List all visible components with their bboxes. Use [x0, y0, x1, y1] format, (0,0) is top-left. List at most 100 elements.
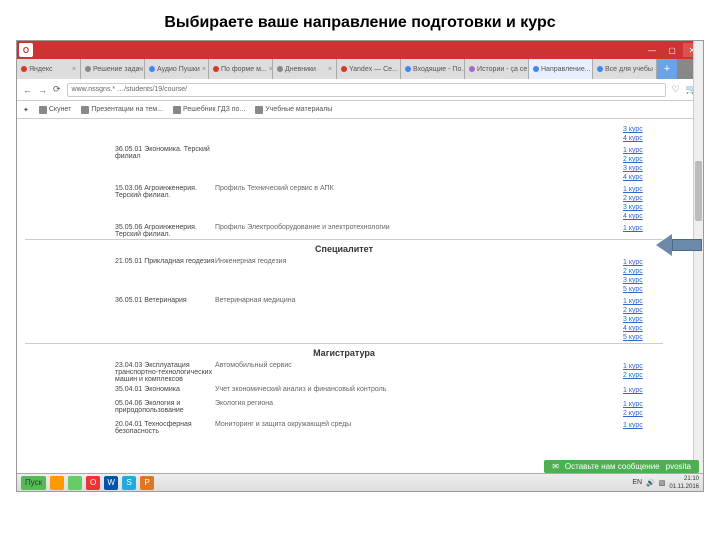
bookmark-item[interactable]: Учебные материалы [255, 106, 332, 114]
scrollbar-thumb[interactable] [695, 161, 702, 221]
bookmark-item[interactable]: Решебник ГДЗ по... [173, 106, 245, 114]
course-link[interactable]: 2 курс [623, 267, 663, 276]
program-name: 15.03.06 Агроинженерия. Терский филиал. [25, 185, 215, 221]
chat-widget[interactable]: ✉ Оставьте нам сообщение pvosita [544, 460, 699, 473]
program-profile: Профиль Электрооборудование и электротех… [215, 224, 623, 238]
course-links: 1 курс [623, 386, 663, 397]
course-link[interactable]: 4 курс [623, 173, 663, 182]
course-links: 1 курс2 курс3 курс4 курс [623, 185, 663, 221]
browser-tab[interactable]: Направление...× [529, 59, 593, 79]
course-link[interactable]: 4 курс [623, 324, 663, 333]
program-profile: Учет экономический анализ и финансовый к… [215, 386, 623, 397]
heart-icon[interactable]: ♡ [672, 84, 680, 95]
program-profile: Ветеринарная медицина [215, 297, 623, 342]
course-link[interactable]: 2 курс [623, 371, 663, 380]
browser-tab[interactable]: Все для учебы× [593, 59, 657, 79]
course-link[interactable]: 3 курс [623, 315, 663, 324]
program-row: 21.05.01 Прикладная геодезияИнженерная г… [25, 256, 663, 295]
arrow-callout [656, 234, 702, 256]
course-link[interactable]: 2 курс [623, 155, 663, 164]
taskbar-app-icon[interactable] [50, 476, 64, 490]
browser-window: O — ▢ ✕ Яндекс×Решение задач×Аудио Пушки… [16, 40, 704, 492]
tray-flag-icon[interactable]: ▧ [659, 479, 666, 487]
program-name: 36.05.01 Экономика. Терский филиал [25, 146, 215, 182]
clock[interactable]: 21:10 01.11.2016 [669, 475, 699, 491]
new-tab-button[interactable]: + [657, 59, 677, 79]
taskbar-app-icon[interactable]: P [140, 476, 154, 490]
address-bar[interactable]: www.nssgns.* …/students/19/course/ [67, 83, 666, 97]
taskbar-app-icon[interactable]: O [86, 476, 100, 490]
course-link[interactable]: 1 курс [623, 224, 663, 233]
program-row: 15.03.06 Агроинженерия. Терский филиал.П… [25, 183, 663, 222]
program-name: 35.05.06 Агроинженерия. Терский филиал. [25, 224, 215, 238]
course-link[interactable]: 4 курс [623, 212, 663, 221]
program-name: 21.05.01 Прикладная геодезия [25, 258, 215, 294]
taskbar-app-icon[interactable]: S [122, 476, 136, 490]
browser-tab[interactable]: Яндекс× [17, 59, 81, 79]
back-button[interactable]: ← [23, 85, 32, 95]
section-magistratura: Магистратура [25, 344, 663, 360]
browser-tab[interactable]: Истории - ça ce× [465, 59, 529, 79]
program-row: 36.05.01 Экономика. Терский филиал 1 курс… [25, 144, 663, 183]
program-row: 23.04.03 Эксплуатация транспортно-технол… [25, 360, 663, 384]
program-name: 36.05.01 Ветеринария [25, 297, 215, 342]
course-links: 1 курс2 курс [623, 400, 663, 418]
program-row: 05.04.06 Экология и природопользованиеЭк… [25, 398, 663, 419]
taskbar: Пуск OWSP EN 🔊 ▧ 21:10 01.11.2016 [17, 473, 703, 491]
program-name [25, 125, 215, 143]
course-link[interactable]: 1 курс [623, 297, 663, 306]
course-link[interactable]: 3 курс [623, 276, 663, 285]
course-link[interactable]: 1 курс [623, 258, 663, 267]
program-profile [215, 146, 623, 182]
browser-tab[interactable]: Аудио Пушки× [145, 59, 209, 79]
browser-tab[interactable]: Дневники× [273, 59, 337, 79]
course-link[interactable]: 5 курс [623, 333, 663, 342]
program-profile: Автомобильный сервис [215, 362, 623, 383]
start-button[interactable]: Пуск [21, 476, 46, 490]
scrollbar[interactable] [693, 41, 703, 473]
program-profile: Экология региона [215, 400, 623, 418]
browser-tab[interactable]: По форме м...× [209, 59, 273, 79]
program-row: 20.04.01 Техносферная безопасностьМонито… [25, 419, 663, 436]
course-link[interactable]: 1 курс [623, 386, 663, 395]
course-links: 3 курс4 курс [623, 125, 663, 143]
course-links: 1 курс2 курс3 курс4 курс [623, 146, 663, 182]
course-link[interactable]: 1 курс [623, 362, 663, 371]
maximize-button[interactable]: ▢ [663, 43, 681, 57]
opera-menu-icon[interactable]: O [19, 43, 33, 57]
tray-sound-icon[interactable]: 🔊 [646, 479, 655, 487]
chat-user: pvosita [666, 462, 691, 471]
bookmark-item[interactable]: Презентации на тем... [81, 106, 163, 114]
browser-tab[interactable]: Входящие - По...× [401, 59, 465, 79]
taskbar-app-icon[interactable] [68, 476, 82, 490]
program-name: 20.04.01 Техносферная безопасность [25, 421, 215, 435]
course-link[interactable]: 2 курс [623, 409, 663, 418]
browser-tab[interactable]: Решение задач× [81, 59, 145, 79]
program-row: 35.04.01 ЭкономикаУчет экономический ана… [25, 384, 663, 398]
tray-lang[interactable]: EN [632, 479, 642, 486]
page-content: 3 курс4 курс36.05.01 Экономика. Терский … [17, 119, 703, 491]
program-profile: Профиль Технический сервис в АПК [215, 185, 623, 221]
course-link[interactable]: 1 курс [623, 185, 663, 194]
course-link[interactable]: 5 курс [623, 285, 663, 294]
program-name: 23.04.03 Эксплуатация транспортно-технол… [25, 362, 215, 383]
course-link[interactable]: 2 курс [623, 194, 663, 203]
course-link[interactable]: 3 курс [623, 164, 663, 173]
forward-button[interactable]: → [38, 85, 47, 95]
course-link[interactable]: 1 курс [623, 146, 663, 155]
course-link[interactable]: 4 курс [623, 134, 663, 143]
course-link[interactable]: 3 курс [623, 203, 663, 212]
program-row: 3 курс4 курс [25, 123, 663, 144]
course-link[interactable]: 1 курс [623, 400, 663, 409]
course-link[interactable]: 3 курс [623, 125, 663, 134]
minimize-button[interactable]: — [643, 43, 661, 57]
course-link[interactable]: 2 курс [623, 306, 663, 315]
reload-button[interactable]: ⟳ [53, 84, 61, 95]
browser-tab[interactable]: Yandex — Се...× [337, 59, 401, 79]
titlebar: O — ▢ ✕ [17, 41, 703, 59]
program-name: 05.04.06 Экология и природопользование [25, 400, 215, 418]
course-link[interactable]: 1 курс [623, 421, 663, 430]
bookmark-item[interactable]: Скунет [39, 106, 71, 114]
taskbar-app-icon[interactable]: W [104, 476, 118, 490]
navbar: ← → ⟳ www.nssgns.* …/students/19/course/… [17, 79, 703, 101]
